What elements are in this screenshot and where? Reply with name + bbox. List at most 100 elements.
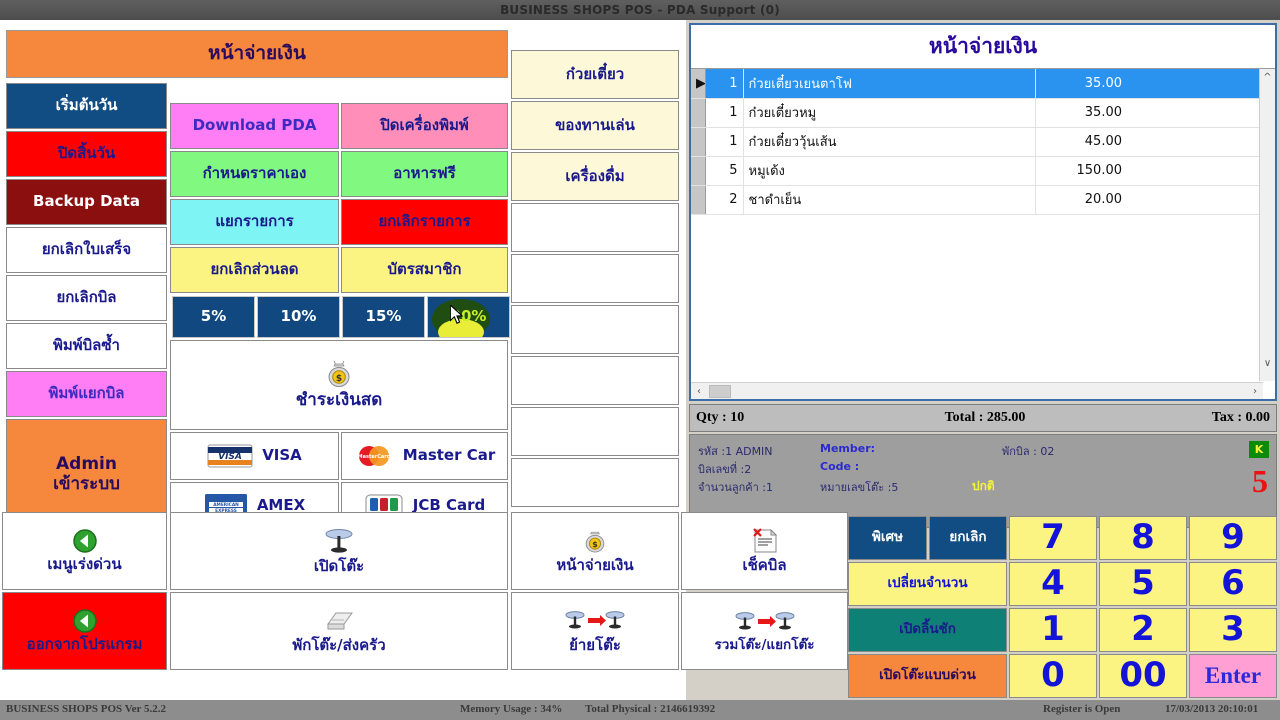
status-badge: K [1249,441,1269,458]
mouse-cursor-icon [450,305,464,324]
action-hold-table-send-kitchen[interactable]: พักโต๊ะ/ส่งครัว [170,592,508,670]
keypad-5[interactable]: 5 [1099,562,1187,606]
svg-text:$: $ [336,374,342,384]
button-discount-10[interactable]: 10% [257,296,340,338]
keypad-7[interactable]: 7 [1009,516,1097,560]
button-cancel-bill[interactable]: ยกเลิกบิล [6,275,167,321]
category-empty-4[interactable] [511,203,679,252]
button-end-day[interactable]: ปิดสิ้นวัน [6,131,167,177]
keypad-6[interactable]: 6 [1189,562,1277,606]
scroll-down-icon[interactable]: ∨ [1260,355,1275,371]
order-table: ▶ 1 ก๋วยเตี๋ยวเยนตาโฟ 35.00 1 ก๋วยเตี๋ยว… [691,69,1261,215]
button-split-item[interactable]: แยกรายการ [170,199,339,245]
info-customers: จำนวนลูกค้า :1 [698,481,773,494]
total-tax: Tax : 0.00 [1211,410,1270,425]
keypad-0[interactable]: 0 [1009,654,1097,698]
row-selector [691,185,706,215]
info-code: รหัส :1 ADMIN [698,445,773,458]
keypad-4[interactable]: 4 [1009,562,1097,606]
order-grid-title: หน้าจ่ายเงิน [691,25,1275,69]
keypad-cancel-button[interactable]: ยกเลิก [929,516,1007,560]
table-number-display: 5 [1252,463,1268,499]
table-row[interactable]: 1 ก๋วยเตี๋ยวหมู 35.00 [691,98,1261,128]
button-discount-15[interactable]: 15% [342,296,425,338]
action-check-bill[interactable]: เช็คบิล [681,512,848,590]
button-cancel-receipt[interactable]: ยกเลิกใบเสร็จ [6,227,167,273]
action-exit-program[interactable]: ออกจากโปรแกรม [2,592,167,670]
category-empty-8[interactable] [511,407,679,456]
category-noodles[interactable]: ก๋วยเตี๋ยว [511,50,679,99]
info-code2-label: Code : [820,460,860,473]
move-table-icon [565,611,625,629]
svg-text:MasterCard: MasterCard [357,454,390,460]
button-backup-data[interactable]: Backup Data [6,179,167,225]
left-panel: หน้าจ่ายเงิน เริ่มต้นวัน ปิดสิ้นวัน Back… [0,20,686,700]
scroll-right-icon[interactable]: › [1247,386,1263,397]
keypad-9[interactable]: 9 [1189,516,1277,560]
money-bag-icon: $ [328,361,350,388]
keypad-3[interactable]: 3 [1189,608,1277,652]
button-cash-payment[interactable]: $ ชำระเงินสด [170,340,508,430]
button-download-pda[interactable]: Download PDA [170,103,339,149]
button-print-split-bill[interactable]: พิมพ์แยกบิล [6,371,167,417]
action-open-table[interactable]: เปิดโต๊ะ [170,512,508,590]
button-pay-visa[interactable]: VISA VISA [170,432,339,480]
vertical-scrollbar[interactable]: ^ ∨ [1259,69,1275,381]
category-empty-9[interactable] [511,458,679,507]
keypad-00[interactable]: 00 [1099,654,1187,698]
horizontal-scrollbar[interactable]: ‹ › [691,382,1263,399]
info-bill-no: บิลเลขที่ :2 [698,463,752,476]
table-icon [325,529,353,553]
category-drinks[interactable]: เครื่องดื่ม [511,152,679,201]
back-arrow-icon [72,609,97,634]
button-free-food[interactable]: อาหารฟรี [341,151,508,197]
button-close-printer[interactable]: ปิดเครื่องพิมพ์ [341,103,508,149]
info-status-text: ปกติ [972,479,995,493]
keypad-quick-open-table-button[interactable]: เปิดโต๊ะแบบด่วน [848,654,1007,698]
table-row[interactable]: ▶ 1 ก๋วยเตี๋ยวเยนตาโฟ 35.00 [691,69,1261,99]
hscroll-thumb[interactable] [709,384,731,398]
status-datetime: 17/03/2013 20:10:01 [1165,703,1259,715]
order-grid: หน้าจ่ายเงิน ▶ 1 ก๋วยเตี๋ยวเยนตาโฟ 35.00… [689,23,1277,401]
category-empty-7[interactable] [511,356,679,405]
payment-page-header: หน้าจ่ายเงิน [6,30,508,78]
button-cancel-item[interactable]: ยกเลิกรายการ [341,199,508,245]
keypad-2[interactable]: 2 [1099,608,1187,652]
button-cancel-discount[interactable]: ยกเลิกส่วนลด [170,247,339,293]
status-app-version: BUSINESS SHOPS POS Ver 5.2.2 [6,703,166,715]
category-empty-5[interactable] [511,254,679,303]
action-move-table[interactable]: ย้ายโต๊ะ [511,592,679,670]
button-discount-20[interactable]: 20% [427,296,510,338]
scroll-up-icon[interactable]: ^ [1260,69,1275,85]
back-arrow-icon [72,529,97,554]
keypad-1[interactable]: 1 [1009,608,1097,652]
window-title: BUSINESS SHOPS POS - PDA Support (0) [500,3,780,17]
scroll-left-icon[interactable]: ‹ [691,386,707,397]
button-discount-5[interactable]: 5% [172,296,255,338]
table-row[interactable]: 5 หมูเด้ง 150.00 [691,156,1261,186]
printer-icon [327,612,353,630]
keypad-change-qty-button[interactable]: เปลี่ยนจำนวน [848,562,1007,606]
keypad-open-drawer-button[interactable]: เปิดลิ้นชัก [848,608,1007,652]
table-row[interactable]: 1 ก๋วยเตี๋ยววุ้นเส้น 45.00 [691,127,1261,157]
mastercard-logo: MasterCard [357,446,391,466]
action-payment-page[interactable]: $ หน้าจ่ายเงิน [511,512,679,590]
category-snacks[interactable]: ของทานเล่น [511,101,679,150]
button-reprint-bill[interactable]: พิมพ์บิลซ้ำ [6,323,167,369]
order-grid-body: ▶ 1 ก๋วยเตี๋ยวเยนตาโฟ 35.00 1 ก๋วยเตี๋ยว… [691,69,1275,399]
action-quick-menu[interactable]: เมนูเร่งด่วน [2,512,167,590]
keypad-8[interactable]: 8 [1099,516,1187,560]
window-title-bar: BUSINESS SHOPS POS - PDA Support (0) [0,0,1280,20]
table-row[interactable]: 2 ชาดำเย็น 20.00 [691,185,1261,215]
totals-bar: Qty : 10 Total : 285.00 Tax : 0.00 [689,404,1277,432]
action-merge-split-table[interactable]: รวมโต๊ะ/แยกโต๊ะ [681,592,848,670]
button-pay-mastercard[interactable]: MasterCard Master Car [341,432,508,480]
keypad-enter[interactable]: Enter [1189,654,1277,698]
vscroll-track[interactable] [1260,85,1275,355]
button-member-card[interactable]: บัตรสมาชิก [341,247,508,293]
svg-text:AMERICAN: AMERICAN [213,502,239,508]
button-set-own-price[interactable]: กำหนดราคาเอง [170,151,339,197]
button-start-day[interactable]: เริ่มต้นวัน [6,83,167,129]
keypad-special-button[interactable]: พิเศษ [848,516,927,560]
category-empty-6[interactable] [511,305,679,354]
